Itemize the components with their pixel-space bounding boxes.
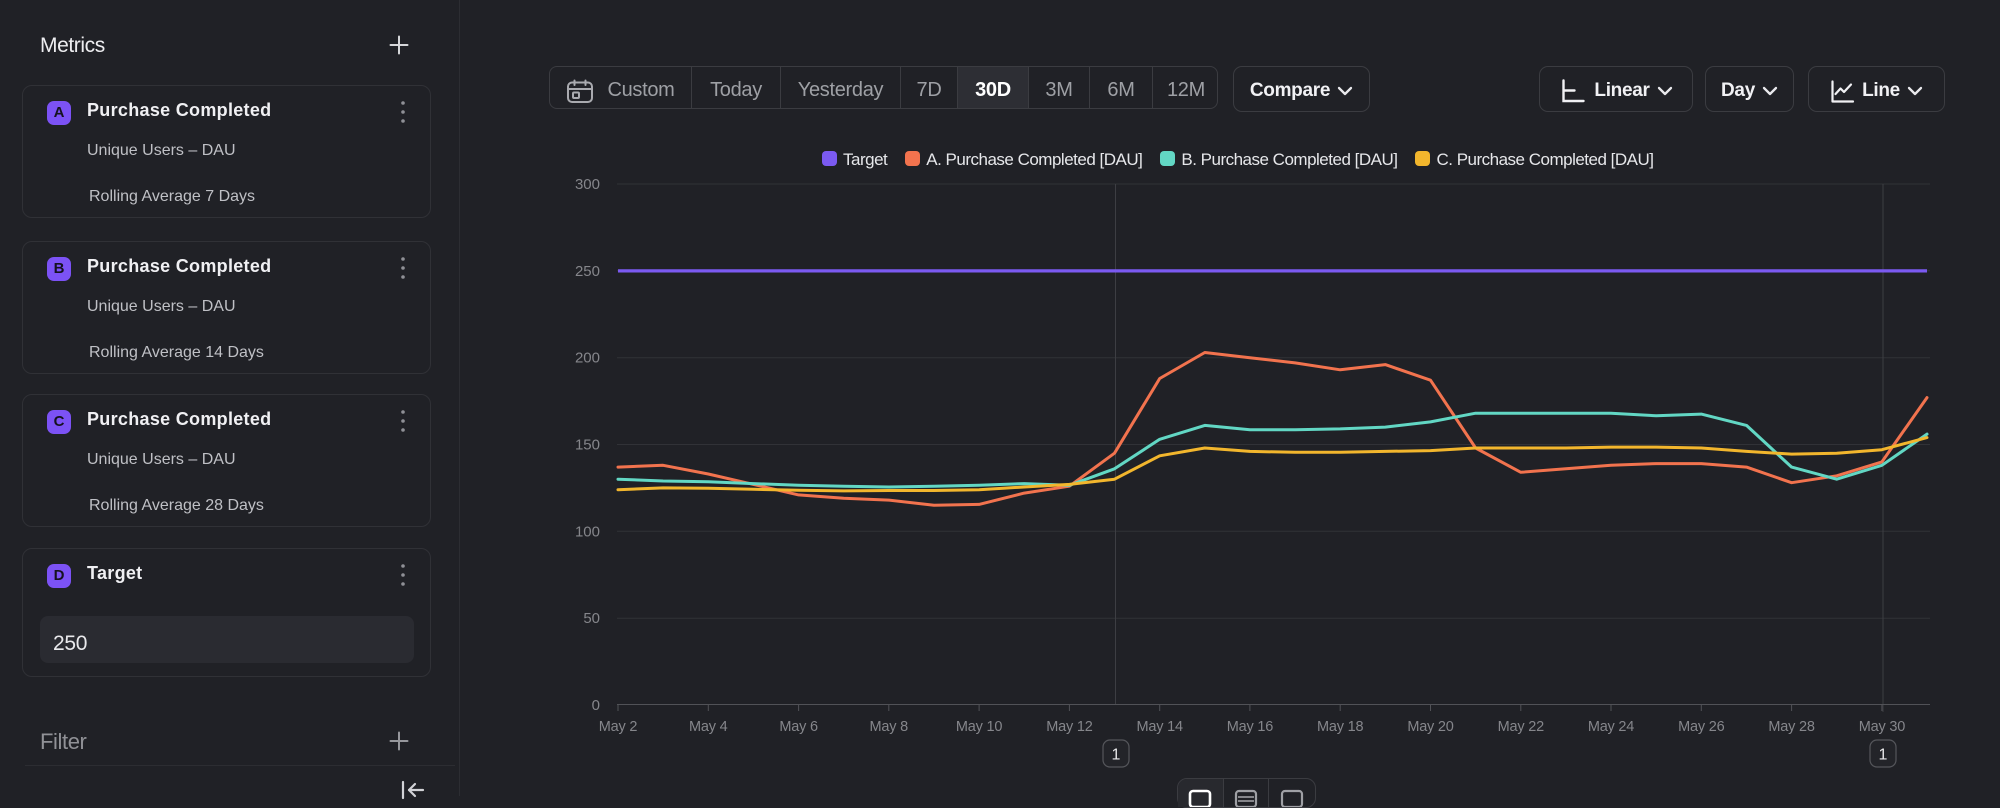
svg-text:100: 100 [575, 523, 600, 540]
svg-text:May 10: May 10 [956, 719, 1002, 735]
svg-text:May 6: May 6 [779, 719, 818, 735]
svg-text:1: 1 [1879, 747, 1888, 764]
svg-text:May 30: May 30 [1859, 719, 1905, 735]
svg-text:May 24: May 24 [1588, 719, 1634, 735]
svg-text:May 22: May 22 [1498, 719, 1544, 735]
svg-text:May 26: May 26 [1678, 719, 1724, 735]
svg-text:May 20: May 20 [1407, 719, 1453, 735]
svg-text:250: 250 [575, 263, 600, 280]
svg-text:1: 1 [1112, 747, 1121, 764]
svg-text:May 8: May 8 [870, 719, 909, 735]
svg-text:200: 200 [575, 350, 600, 367]
svg-text:May 4: May 4 [689, 719, 728, 735]
svg-text:May 16: May 16 [1227, 719, 1273, 735]
svg-text:150: 150 [575, 437, 600, 454]
svg-text:May 2: May 2 [599, 719, 638, 735]
svg-text:May 12: May 12 [1046, 719, 1092, 735]
svg-text:50: 50 [583, 610, 600, 627]
svg-text:May 14: May 14 [1137, 719, 1183, 735]
svg-text:300: 300 [575, 176, 600, 193]
svg-text:May 28: May 28 [1768, 719, 1814, 735]
svg-text:May 18: May 18 [1317, 719, 1363, 735]
svg-text:0: 0 [592, 697, 600, 714]
